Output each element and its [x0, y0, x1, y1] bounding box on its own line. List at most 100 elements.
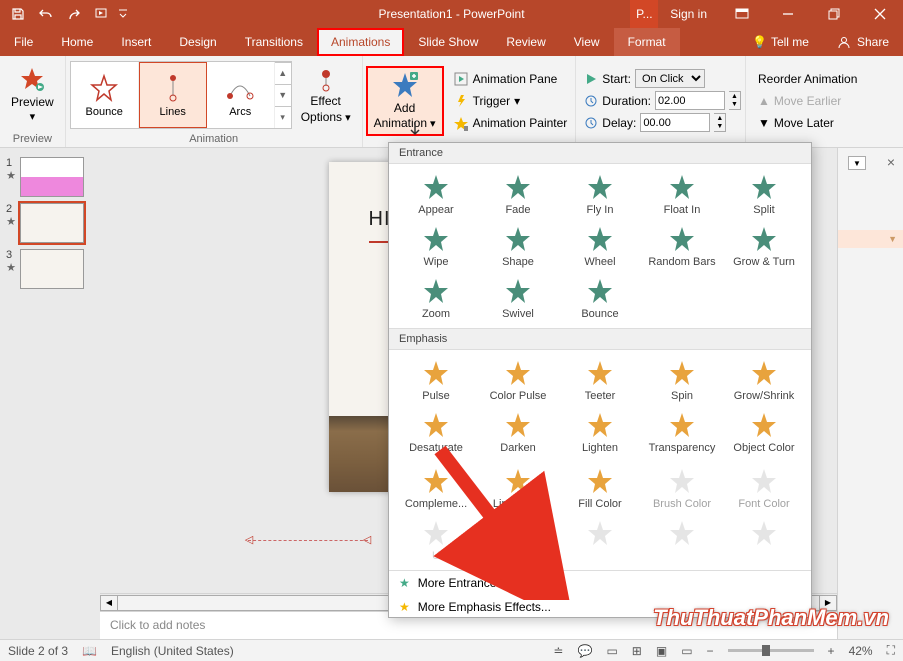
- move-later-button[interactable]: ▼ Move Later: [754, 112, 861, 133]
- start-from-beginning-button[interactable]: [88, 2, 116, 26]
- emphasis-desaturate[interactable]: Desaturate: [395, 406, 477, 458]
- emphasis-line-color[interactable]: Line Color: [477, 462, 559, 514]
- motion-path-start-icon[interactable]: ◁: [244, 534, 254, 544]
- more-entrance-effects[interactable]: ★More Entrance Effects...: [389, 571, 811, 595]
- emphasis-fill-color[interactable]: Fill Color: [559, 462, 641, 514]
- tab-design[interactable]: Design: [165, 28, 230, 56]
- effect-options-button[interactable]: Effect Options ▾: [294, 61, 358, 129]
- slide-indicator[interactable]: Slide 2 of 3: [8, 644, 68, 658]
- comments-button[interactable]: 💬: [577, 644, 592, 658]
- reading-view-button[interactable]: ▣: [656, 644, 667, 658]
- start-select[interactable]: On Click: [635, 69, 705, 88]
- fit-to-window-button[interactable]: ⛶: [887, 643, 895, 658]
- entrance-wipe[interactable]: Wipe: [395, 220, 477, 272]
- emphasis-transparency[interactable]: Transparency: [641, 406, 723, 458]
- entrance-swivel[interactable]: Swivel: [477, 272, 559, 324]
- thumbnail-2[interactable]: 2★: [0, 200, 100, 246]
- language-button[interactable]: English (United States): [111, 644, 234, 658]
- close-button[interactable]: [857, 0, 903, 28]
- tab-review[interactable]: Review: [492, 28, 559, 56]
- entrance-zoom[interactable]: Zoom: [395, 272, 477, 324]
- delay-spinner[interactable]: ▲▼: [714, 113, 726, 132]
- emphasis-lighten[interactable]: Lighten: [559, 406, 641, 458]
- entrance-shape[interactable]: Shape: [477, 220, 559, 272]
- tab-insert[interactable]: Insert: [107, 28, 165, 56]
- zoom-out-button[interactable]: −: [707, 644, 714, 658]
- restore-button[interactable]: [811, 0, 857, 28]
- pane-close-icon[interactable]: ×: [887, 154, 895, 170]
- undo-button[interactable]: [32, 2, 60, 26]
- animation-indicator-icon: ★: [6, 215, 16, 228]
- slideshow-view-button[interactable]: ▭: [681, 644, 692, 658]
- entrance-split[interactable]: Split: [723, 168, 805, 220]
- duration-input[interactable]: [655, 91, 725, 110]
- gallery-item-lines[interactable]: Lines: [139, 62, 207, 128]
- emphasis-pulse[interactable]: Pulse: [395, 354, 477, 406]
- pane-item-dropdown[interactable]: ▼: [838, 230, 903, 248]
- emphasis-darken[interactable]: Darken: [477, 406, 559, 458]
- zoom-level[interactable]: 42%: [849, 644, 873, 658]
- preview-button[interactable]: Preview▾: [4, 61, 61, 129]
- thumbnail-1[interactable]: 1★: [0, 154, 100, 200]
- entrance-float-in[interactable]: Float In: [641, 168, 723, 220]
- entrance-random-bars[interactable]: Random Bars: [641, 220, 723, 272]
- emphasis-compleme-[interactable]: Compleme...: [395, 462, 477, 514]
- pane-dropdown-icon[interactable]: ▼: [848, 156, 866, 170]
- minimize-button[interactable]: [765, 0, 811, 28]
- notes-button[interactable]: ≐: [553, 644, 563, 658]
- tab-file[interactable]: File: [0, 28, 47, 56]
- animation-painter-button[interactable]: Animation Painter: [449, 112, 572, 133]
- tell-me-label: Tell me: [771, 35, 809, 49]
- entrance-wheel[interactable]: Wheel: [559, 220, 641, 272]
- emphasis-teeter[interactable]: Teeter: [559, 354, 641, 406]
- emphasis-color-pulse[interactable]: Color Pulse: [477, 354, 559, 406]
- gallery-label: Arcs: [229, 106, 251, 118]
- entrance-grow-turn[interactable]: Grow & Turn: [723, 220, 805, 272]
- trigger-button[interactable]: Trigger ▾: [449, 90, 572, 111]
- preview-label: Preview: [11, 95, 54, 109]
- tell-me-button[interactable]: 💡 Tell me: [738, 28, 823, 56]
- gallery-item-arcs[interactable]: Arcs: [207, 62, 275, 128]
- qat-customize-button[interactable]: [116, 2, 130, 26]
- share-button[interactable]: Share: [823, 28, 903, 56]
- gallery-scroll[interactable]: ▲▼▾: [275, 62, 291, 128]
- sorter-view-button[interactable]: ⊞: [632, 644, 642, 658]
- gallery-item-bounce[interactable]: Bounce: [71, 62, 139, 128]
- tab-animations[interactable]: Animations: [317, 28, 404, 56]
- delay-input[interactable]: [640, 113, 710, 132]
- trigger-label: Trigger: [473, 94, 511, 108]
- redo-button[interactable]: [60, 2, 88, 26]
- emphasis-object-color[interactable]: Object Color: [723, 406, 805, 458]
- add-animation-button[interactable]: Add Animation ▾: [367, 67, 443, 135]
- normal-view-button[interactable]: ▭: [606, 644, 617, 658]
- duration-spinner[interactable]: ▲▼: [729, 91, 741, 110]
- titlebar: Presentation1 - PowerPoint P... Sign in: [0, 0, 903, 28]
- animation-gallery[interactable]: Bounce Lines Arcs ▲▼▾: [70, 61, 292, 129]
- entrance-bounce[interactable]: Bounce: [559, 272, 641, 324]
- save-button[interactable]: [4, 2, 32, 26]
- tab-view[interactable]: View: [560, 28, 614, 56]
- motion-path-end-icon[interactable]: ◁: [362, 534, 372, 544]
- spellcheck-icon[interactable]: 📖: [82, 644, 97, 658]
- watermark: ThuThuatPhanMem.vn: [653, 605, 889, 631]
- tab-transitions[interactable]: Transitions: [231, 28, 317, 56]
- ribbon-display-options[interactable]: [719, 0, 765, 28]
- emphasis-grow-shrink[interactable]: Grow/Shrink: [723, 354, 805, 406]
- entrance-fly-in[interactable]: Fly In: [559, 168, 641, 220]
- tab-slideshow[interactable]: Slide Show: [404, 28, 492, 56]
- share-label: Share: [857, 35, 889, 49]
- thumbnail-3[interactable]: 3★: [0, 246, 100, 292]
- entrance-appear[interactable]: Appear: [395, 168, 477, 220]
- animation-pane-button[interactable]: Animation Pane: [449, 68, 572, 89]
- sign-in-button[interactable]: Sign in: [658, 0, 719, 28]
- emphasis-spin[interactable]: Spin: [641, 354, 723, 406]
- zoom-slider[interactable]: [728, 649, 814, 652]
- thumb-number: 1: [6, 157, 16, 169]
- motion-path-line[interactable]: [248, 540, 368, 541]
- entrance-fade[interactable]: Fade: [477, 168, 559, 220]
- emphasis-section-label: Emphasis: [389, 328, 811, 350]
- account-menu[interactable]: P...: [630, 0, 658, 28]
- tab-home[interactable]: Home: [47, 28, 107, 56]
- zoom-in-button[interactable]: +: [828, 644, 835, 658]
- tab-format[interactable]: Format: [614, 28, 680, 56]
